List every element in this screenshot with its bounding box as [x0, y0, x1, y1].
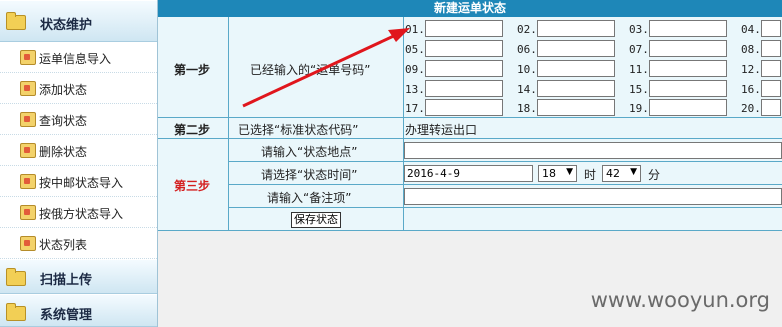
red-arrow-annotation — [242, 28, 410, 108]
